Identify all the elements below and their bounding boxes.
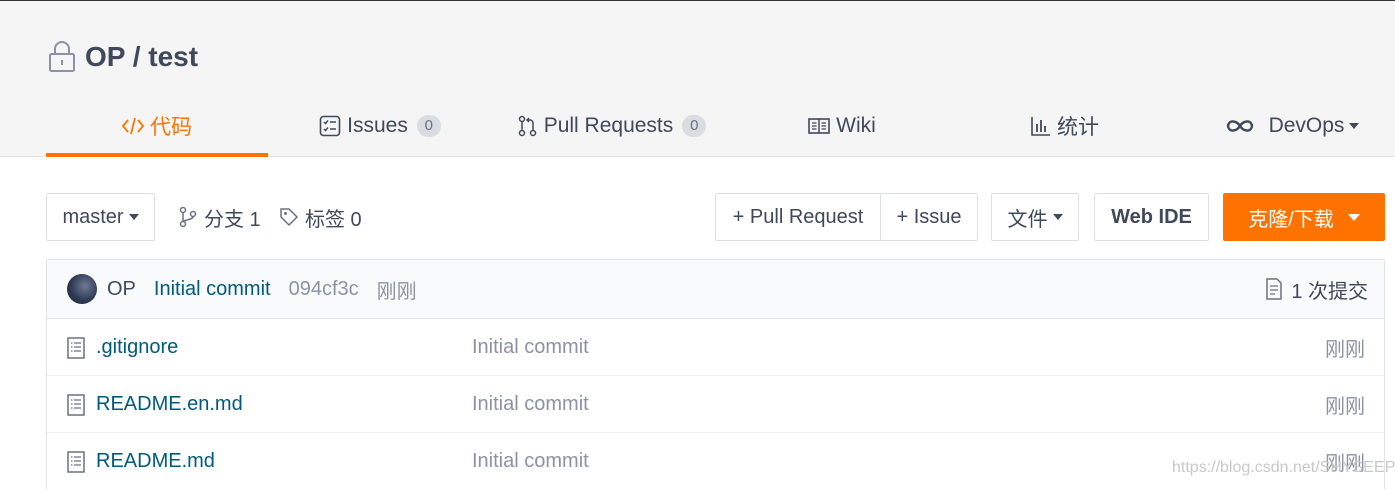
file-icon (67, 394, 85, 416)
tab-issues-label: Issues (347, 114, 408, 137)
lock-icon (49, 41, 75, 72)
tags-link[interactable]: 标签 0 (279, 194, 362, 240)
chevron-down-icon (1052, 214, 1063, 220)
clone-download-label: 克隆/下载 (1248, 208, 1334, 231)
issues-count-badge: 0 (416, 115, 441, 137)
pull-requests-count-badge: 0 (682, 115, 707, 137)
tab-pull-requests-label: Pull Requests (543, 114, 674, 137)
avatar[interactable] (67, 274, 97, 304)
file-commit-time: 刚刚 (1325, 395, 1365, 418)
clone-download-button[interactable]: 克隆/下载 (1223, 193, 1385, 241)
commits-history-icon (1266, 278, 1283, 300)
new-issue-button[interactable]: + Issue (880, 193, 978, 241)
file-commit-message[interactable]: Initial commit (472, 450, 589, 473)
tab-wiki-label: Wiki (836, 114, 876, 137)
tab-issues[interactable]: Issues 0 (300, 101, 460, 151)
web-ide-label: Web IDE (1111, 205, 1192, 228)
code-icon (122, 116, 144, 136)
repo-header: OP / test 代码 Issues 0 Pull Requests 0 Wi… (0, 1, 1395, 157)
tab-pull-requests[interactable]: Pull Requests 0 (500, 101, 724, 151)
repo-title: OP / test (47, 39, 198, 75)
new-pull-request-label: + Pull Request (732, 205, 864, 228)
book-icon (808, 117, 830, 135)
tab-devops-label: DevOps (1268, 114, 1345, 137)
file-name[interactable]: README.en.md (96, 393, 243, 416)
file-icon (67, 337, 85, 359)
tab-devops[interactable]: DevOps (1222, 101, 1362, 151)
branch-icon (179, 206, 197, 228)
watermark: https://blog.csdn.net/SHYSEEP (1172, 459, 1395, 476)
chevron-down-icon (1347, 213, 1360, 221)
commit-time: 刚刚 (376, 280, 417, 303)
chevron-down-icon (128, 214, 139, 220)
file-commit-message[interactable]: Initial commit (472, 393, 589, 416)
commits-count-label: 1 次提交 (1291, 280, 1368, 303)
file-commit-message[interactable]: Initial commit (472, 336, 589, 359)
new-issue-label: + Issue (896, 205, 962, 228)
file-list: OP Initial commit 094cf3c 刚刚 1 次提交 .giti… (46, 259, 1385, 489)
branches-link[interactable]: 分支 1 (178, 194, 261, 240)
tab-statistics-label: 统计 (1057, 116, 1099, 139)
tab-wiki[interactable]: Wiki (780, 101, 904, 151)
file-name[interactable]: .gitignore (96, 336, 178, 359)
tag-icon (280, 208, 299, 227)
file-icon (67, 451, 85, 473)
commits-count-link[interactable]: 1 次提交 (1265, 275, 1368, 304)
tab-code-label: 代码 (150, 116, 192, 139)
infinity-icon (1225, 118, 1255, 134)
file-menu-label: 文件 (1007, 208, 1048, 231)
new-pull-request-button[interactable]: + Pull Request (715, 193, 881, 241)
commit-author[interactable]: OP (107, 278, 136, 301)
active-tab-indicator (46, 153, 268, 157)
chevron-down-icon (1349, 123, 1360, 129)
web-ide-button[interactable]: Web IDE (1094, 193, 1209, 241)
latest-commit-bar: OP Initial commit 094cf3c 刚刚 1 次提交 (47, 260, 1384, 319)
branches-label: 分支 1 (204, 208, 261, 231)
bar-chart-icon (1031, 116, 1051, 136)
tab-statistics[interactable]: 统计 (1010, 101, 1120, 151)
branch-select-label: master (62, 205, 124, 228)
issues-icon (319, 115, 341, 137)
file-menu-button[interactable]: 文件 (991, 193, 1079, 241)
pull-request-icon (518, 115, 538, 137)
commit-message[interactable]: Initial commit (154, 278, 271, 301)
tags-label: 标签 0 (305, 208, 362, 231)
file-commit-time: 刚刚 (1325, 338, 1365, 361)
commit-hash[interactable]: 094cf3c (289, 278, 359, 301)
file-name[interactable]: README.md (96, 450, 215, 473)
tab-code[interactable]: 代码 (46, 101, 268, 151)
branch-select[interactable]: master (46, 193, 155, 241)
file-row: README.en.md Initial commit 刚刚 (47, 376, 1384, 433)
repo-name[interactable]: OP / test (85, 41, 198, 73)
file-row: .gitignore Initial commit 刚刚 (47, 319, 1384, 376)
